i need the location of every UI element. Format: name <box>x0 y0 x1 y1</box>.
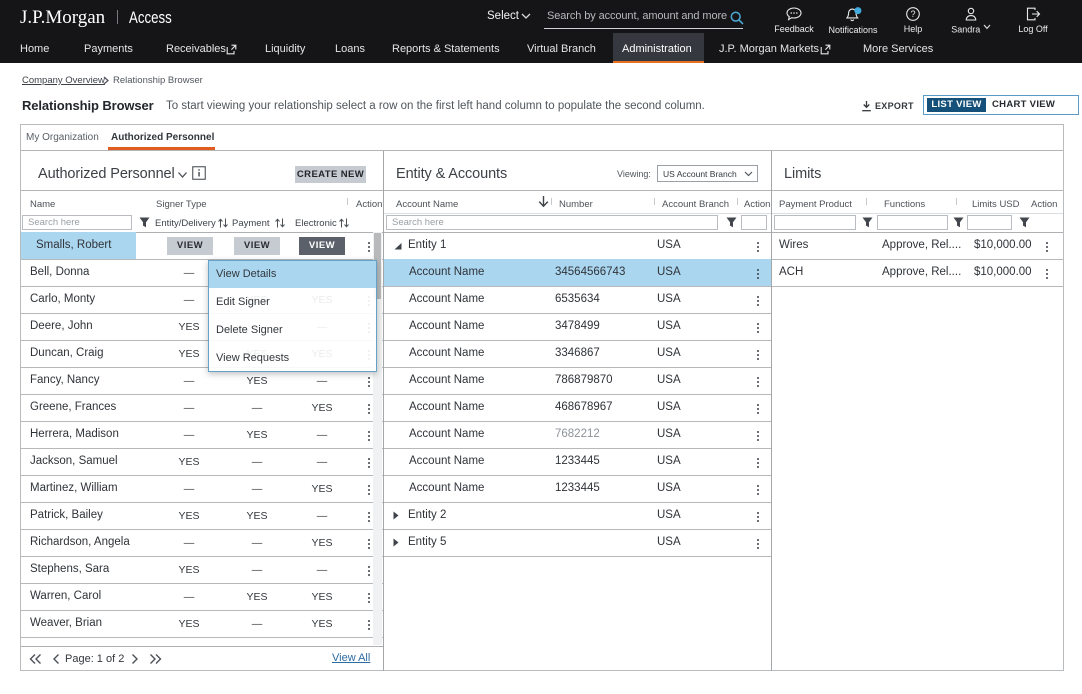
svg-text:?: ? <box>910 9 915 19</box>
